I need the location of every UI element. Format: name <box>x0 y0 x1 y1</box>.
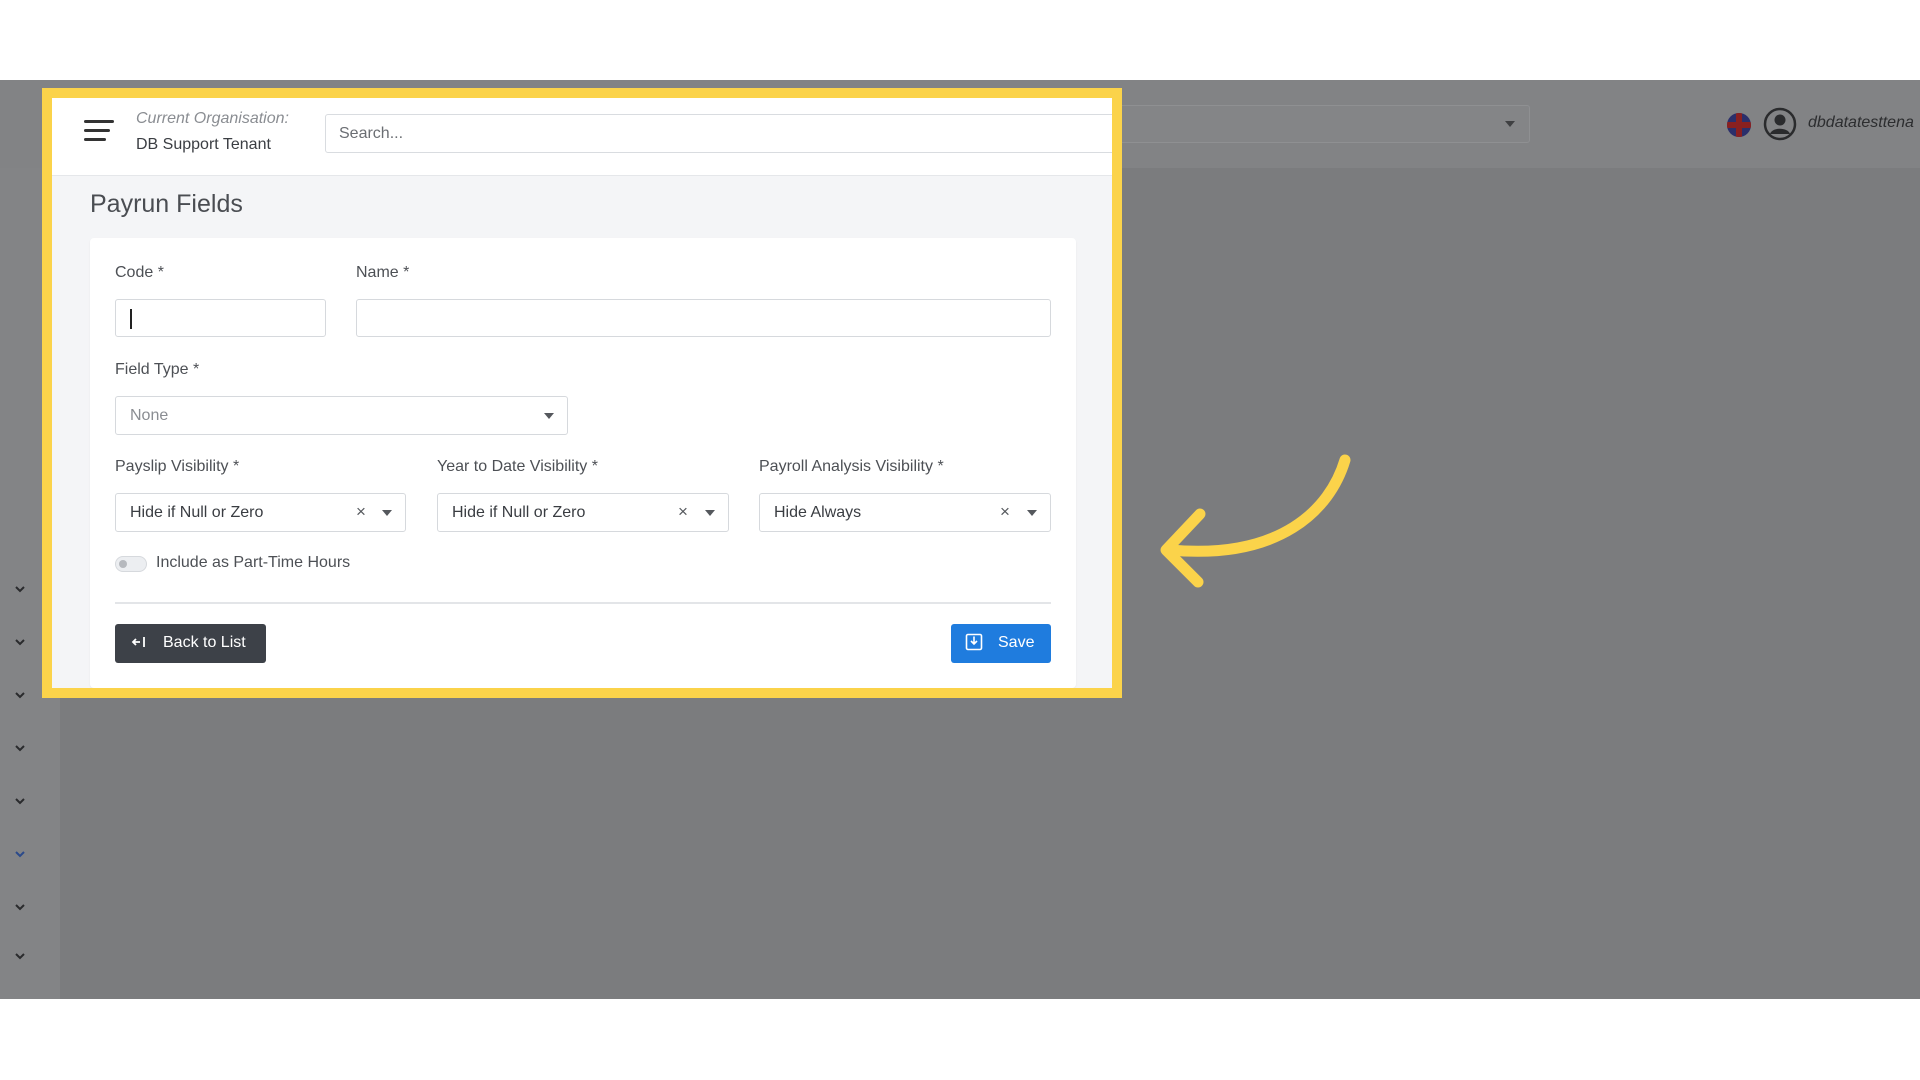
chevron-down-icon[interactable] <box>15 953 25 963</box>
save-icon <box>965 633 983 651</box>
code-field[interactable] <box>115 299 326 337</box>
back-to-list-label: Back to List <box>163 634 246 651</box>
form-card: Code * Name * Field Type * None Payslip … <box>90 238 1076 688</box>
caret-down-icon <box>1505 121 1515 127</box>
search-input[interactable] <box>325 114 1112 153</box>
chevron-down-icon[interactable] <box>15 639 25 649</box>
payslip-visibility-value: Hide if Null or Zero <box>130 504 264 521</box>
clear-icon[interactable]: × <box>356 502 366 522</box>
app-stage: dbdatatesttena Current Organisation: DB … <box>0 80 1920 999</box>
back-arrow-icon <box>131 637 145 647</box>
ytd-visibility-value: Hide if Null or Zero <box>452 504 586 521</box>
annotation-arrow <box>1160 454 1351 588</box>
analysis-visibility-select[interactable]: Hide Always × <box>759 493 1051 532</box>
caret-down-icon <box>544 413 554 419</box>
menu-icon[interactable] <box>84 120 114 146</box>
text-cursor <box>130 309 132 329</box>
org-label: Current Organisation: <box>136 110 289 127</box>
caret-down-icon <box>1027 510 1037 516</box>
user-avatar-icon[interactable] <box>1763 107 1797 141</box>
field-type-select[interactable]: None <box>115 396 568 435</box>
highlight-frame: Current Organisation: DB Support Tenant … <box>42 88 1122 698</box>
name-label: Name * <box>356 264 410 281</box>
code-label: Code * <box>115 264 164 281</box>
analysis-visibility-value: Hide Always <box>774 504 862 521</box>
clear-icon[interactable]: × <box>678 502 688 522</box>
org-name: DB Support Tenant <box>136 136 271 153</box>
field-type-label: Field Type * <box>115 361 200 378</box>
chevron-down-icon[interactable] <box>15 692 25 702</box>
user-name[interactable]: dbdatatesttena <box>1808 114 1914 132</box>
name-field[interactable] <box>356 299 1051 337</box>
save-label: Save <box>998 634 1035 651</box>
payslip-visibility-select[interactable]: Hide if Null or Zero × <box>115 493 406 532</box>
field-type-value: None <box>130 407 169 424</box>
save-button[interactable]: Save <box>951 624 1051 663</box>
payslip-visibility-label: Payslip Visibility * <box>115 458 240 475</box>
back-to-list-button[interactable]: Back to List <box>115 624 266 663</box>
background-search-dropdown <box>1110 105 1530 143</box>
chevron-down-icon[interactable] <box>15 904 25 914</box>
chevron-down-icon[interactable] <box>15 798 25 808</box>
chevron-down-icon[interactable] <box>15 586 25 596</box>
flag-uk-icon[interactable] <box>1727 113 1751 137</box>
part-time-label: Include as Part-Time Hours <box>156 554 351 571</box>
divider <box>115 602 1051 604</box>
clear-icon[interactable]: × <box>1000 502 1010 522</box>
caret-down-icon <box>705 510 715 516</box>
caret-down-icon <box>382 510 392 516</box>
ytd-visibility-label: Year to Date Visibility * <box>437 458 598 475</box>
chevron-down-icon[interactable] <box>15 745 25 755</box>
toggle-knob <box>119 560 127 568</box>
chevron-down-icon[interactable] <box>15 851 25 861</box>
page-title: Payrun Fields <box>90 190 243 218</box>
top-header: Current Organisation: DB Support Tenant <box>52 98 1112 176</box>
analysis-visibility-label: Payroll Analysis Visibility * <box>759 458 944 475</box>
part-time-toggle[interactable] <box>115 556 147 572</box>
ytd-visibility-select[interactable]: Hide if Null or Zero × <box>437 493 729 532</box>
